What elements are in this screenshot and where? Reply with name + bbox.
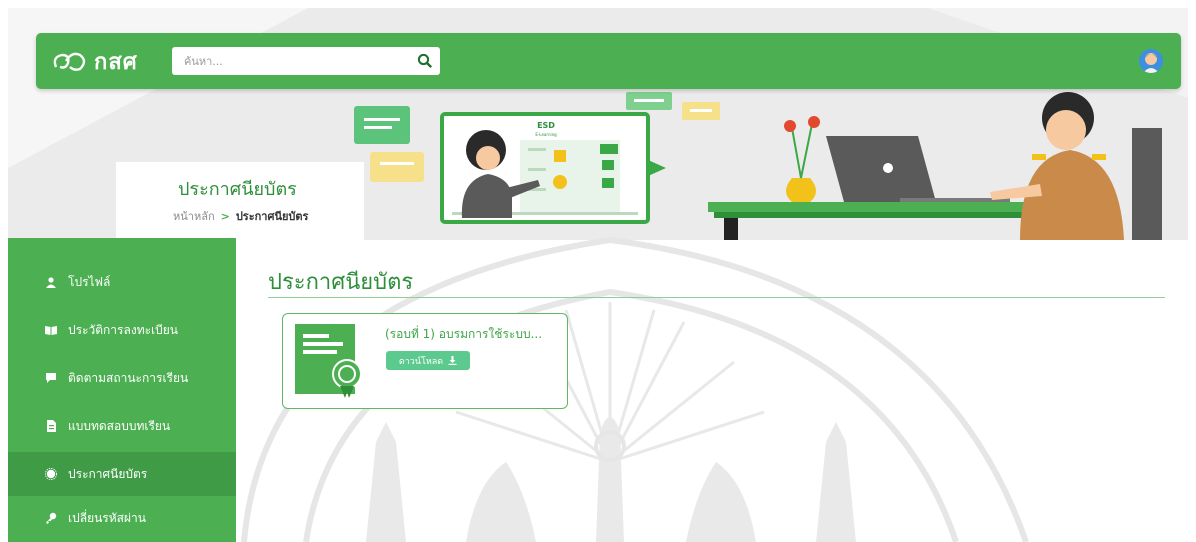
hero-illustration: ESD E-Learning [354, 92, 1162, 240]
sidebar-item-registration-history[interactable]: ประวัติการลงทะเบียน [8, 308, 236, 352]
breadcrumb-home-link[interactable]: หน้าหลัก [173, 207, 215, 225]
sidebar-item-label: เปลี่ยนรหัสผ่าน [68, 510, 146, 525]
avatar-icon [1139, 49, 1163, 73]
document-icon [44, 419, 58, 433]
page-header-card: ประกาศนียบัตร หน้าหลัก > ประกาศนียบัตร [116, 162, 364, 240]
sidebar-item-change-password[interactable]: เปลี่ยนรหัสผ่าน [8, 496, 236, 540]
sidebar-item-learning-status[interactable]: ติดตามสถานะการเรียน [8, 356, 236, 400]
certificate-title: (รอบที่ 1) อบรมการใช้ระบบ... [385, 327, 543, 341]
download-label: ดาวน์โหลด [398, 356, 444, 367]
screen-title: ESD E-Learning [535, 121, 557, 137]
sidebar-item-label: โปรไฟล์ [68, 274, 111, 289]
sidebar-item-label: ประกาศนียบัตร [68, 466, 148, 481]
sidebar-item-certificate[interactable]: ประกาศนียบัตร [8, 452, 236, 496]
top-navbar: กสศ [36, 33, 1181, 89]
sidebar-item-lesson-quiz[interactable]: แบบทดสอบบทเรียน [8, 404, 236, 448]
sidebar-item-label: ประวัติการลงทะเบียน [68, 322, 179, 337]
page: ESD E-Learning ประกาศนียบัตร หน้าหลัก > … [0, 0, 1196, 542]
search-input[interactable] [172, 47, 402, 75]
svg-text:ESD: ESD [537, 121, 555, 130]
logo[interactable]: กสศ [50, 45, 170, 77]
svg-text:E-Learning: E-Learning [535, 132, 557, 137]
sidebar-item-profile[interactable]: โปรไฟล์ [8, 260, 236, 304]
title-divider [268, 297, 1165, 298]
search-button[interactable] [414, 50, 436, 72]
certificate-document-icon [295, 324, 362, 398]
page-title: ประกาศนียบัตร [178, 179, 297, 200]
logo-mark-icon [53, 52, 86, 71]
main-section-title: ประกาศนียบัตร [268, 270, 414, 295]
user-icon [44, 275, 58, 289]
user-avatar[interactable] [1139, 49, 1163, 73]
sidebar-item-label: ติดตามสถานะการเรียน [68, 370, 189, 385]
chat-icon [44, 371, 58, 385]
search-icon [417, 53, 433, 69]
sidebar-item-label: แบบทดสอบบทเรียน [68, 418, 171, 433]
search-box [172, 47, 440, 75]
book-icon [44, 323, 58, 337]
download-button[interactable]: ดาวน์โหลด [386, 351, 470, 370]
key-icon [44, 511, 58, 525]
sidebar: โปรไฟล์ ประวัติการลงทะเบียน ติดตามสถานะก… [8, 238, 236, 542]
certificate-card: (รอบที่ 1) อบรมการใช้ระบบ... ดาวน์โหลด [282, 313, 568, 409]
breadcrumb-separator-icon: > [220, 209, 230, 223]
certificate-icon [44, 467, 58, 481]
logo-text: กสศ [94, 49, 138, 75]
breadcrumb: หน้าหลัก > ประกาศนียบัตร [173, 207, 308, 225]
breadcrumb-current: ประกาศนียบัตร [235, 210, 309, 223]
download-icon [448, 356, 457, 365]
